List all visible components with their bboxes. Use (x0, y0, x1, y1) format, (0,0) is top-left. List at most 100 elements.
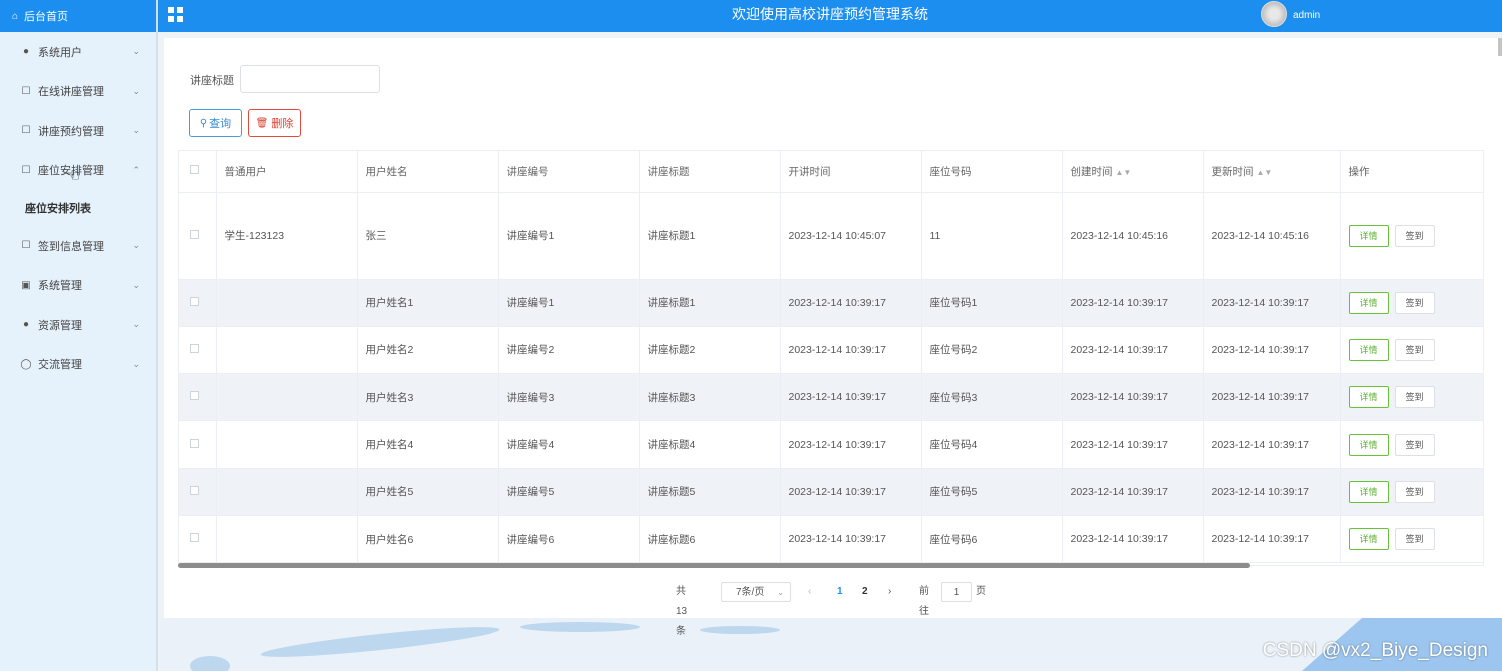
vertical-scrollbar[interactable] (1498, 38, 1502, 56)
table-cell: 2023-12-14 10:39:17 (1062, 420, 1204, 469)
row-checkbox-cell[interactable] (179, 192, 217, 280)
select-all-checkbox-cell[interactable] (179, 151, 217, 193)
detail-button[interactable]: 详情 (1348, 433, 1389, 456)
column-header-label: 创建时间 (1070, 165, 1113, 178)
row-checkbox-cell[interactable] (179, 326, 217, 375)
table-row[interactable]: 学生-123123 张三 讲座编号1 讲座标题1 2023-12-14 10:45:07… (179, 192, 1483, 280)
sidebar-home-label: 后台首页 (24, 11, 69, 23)
table-row[interactable]: 用户姓名6 讲座编号6 讲座标题6 2023-12-14 10:39:17 座位号码6 2… (179, 515, 1483, 564)
sidebar-item-online-lectures[interactable]: ☐ 在线讲座管理 ⌄ (0, 72, 156, 112)
page-number-1[interactable]: 1 (837, 582, 843, 602)
table-row[interactable]: 用户姓名1 讲座编号1 讲座标题1 2023-12-14 10:39:17 座位号码1 2… (179, 279, 1483, 327)
sidebar-item-lecture-booking[interactable]: ☐ 讲座预约管理 ⌄ (0, 111, 156, 151)
table-row[interactable]: 用户姓名4 讲座编号4 讲座标题4 2023-12-14 10:39:17 座位号码4 2… (179, 420, 1483, 469)
sort-icon[interactable]: ▲▼ (1257, 168, 1273, 177)
detail-button[interactable]: 详情 (1348, 291, 1389, 314)
chevron-down-icon: ⌄ (132, 279, 140, 290)
prev-page-icon[interactable]: ‹ (808, 582, 811, 602)
detail-button[interactable]: 详情 (1348, 224, 1389, 247)
table-cell (216, 420, 358, 469)
table-cell (216, 515, 358, 564)
username[interactable]: admin (1293, 10, 1320, 21)
sidebar-subitem-seat-list[interactable]: 座位安排列表 (0, 190, 156, 226)
checkbox[interactable] (190, 343, 199, 353)
sidebar-item-communication[interactable]: ◯ 交流管理 ⌄ (0, 345, 156, 385)
table-row[interactable]: 用户姓名3 讲座编号3 讲座标题3 2023-12-14 10:39:17 座位号码3 2… (179, 373, 1483, 422)
table-cell: 2023-12-14 10:39:17 (1203, 515, 1341, 564)
checkbox[interactable] (190, 296, 199, 306)
table-row[interactable]: 用户姓名2 讲座编号2 讲座标题2 2023-12-14 10:39:17 座位号码2 2… (179, 326, 1483, 375)
row-checkbox-cell[interactable] (179, 468, 217, 516)
checkbox[interactable] (190, 533, 199, 543)
table-cell: 用户姓名4 (357, 420, 499, 469)
column-header-sortable[interactable]: 创建时间 ▲▼ (1062, 151, 1204, 193)
table-cell: 2023-12-14 10:39:17 (780, 373, 922, 422)
table-cell: 2023-12-14 10:39:17 (780, 468, 922, 516)
page-size-select[interactable]: 7条/页 ⌄ (721, 582, 791, 602)
detail-button[interactable]: 详情 (1348, 338, 1389, 361)
next-page-icon[interactable]: › (888, 582, 891, 602)
table-cell: 讲座标题1 (639, 279, 781, 327)
sign-in-button[interactable]: 签到 (1394, 433, 1435, 456)
column-header-sortable[interactable]: 更新时间 ▲▼ (1203, 151, 1341, 193)
delete-button[interactable]: 🗑 删除 (248, 109, 301, 137)
row-checkbox-cell[interactable] (179, 515, 217, 564)
table-cell: 2023-12-14 10:39:17 (780, 279, 922, 327)
sidebar-item-label: 讲座预约管理 (38, 125, 104, 138)
chevron-down-icon: ⌄ (777, 588, 784, 597)
table-cell: 座位号码3 (921, 373, 1063, 422)
detail-button[interactable]: 详情 (1348, 528, 1389, 551)
column-header: 讲座标题 (639, 151, 781, 193)
table-cell: 2023-12-14 10:45:16 (1062, 192, 1204, 280)
checkbox[interactable] (190, 485, 199, 495)
chat-icon: ◯ (20, 358, 32, 370)
horizontal-scrollbar[interactable] (178, 563, 1250, 568)
column-header: 用户姓名 (357, 151, 499, 193)
sidebar-item-checkin[interactable]: ☐ 签到信息管理 ⌄ (0, 226, 156, 266)
sign-in-button[interactable]: 签到 (1394, 386, 1435, 409)
detail-button[interactable]: 详情 (1348, 480, 1389, 503)
sidebar-item-system-admin[interactable]: ▣ 系统管理 ⌄ (0, 266, 156, 306)
table-cell: 用户姓名6 (357, 515, 499, 564)
detail-button[interactable]: 详情 (1348, 386, 1389, 409)
sidebar-home[interactable]: ⌂ 后台首页 (0, 0, 156, 32)
table-cell: 讲座标题3 (639, 373, 781, 422)
table-cell: 2023-12-14 10:39:17 (1062, 279, 1204, 327)
sign-in-button[interactable]: 签到 (1394, 291, 1435, 314)
table-cell: 讲座编号2 (498, 326, 640, 375)
actions-cell: 详情 签到 (1340, 420, 1483, 469)
table-cell: 用户姓名2 (357, 326, 499, 375)
sidebar-item-resources[interactable]: ● 资源管理 ⌄ (0, 305, 156, 345)
row-checkbox-cell[interactable] (179, 373, 217, 422)
chevron-down-icon: ⌄ (132, 240, 140, 251)
sign-in-button[interactable]: 签到 (1394, 480, 1435, 503)
sign-in-button[interactable]: 签到 (1394, 528, 1435, 551)
row-checkbox-cell[interactable] (179, 420, 217, 469)
sidebar-subitem-label: 座位安排列表 (25, 203, 91, 215)
table-cell: 讲座标题1 (639, 192, 781, 280)
search-icon: ⚲ (199, 117, 208, 129)
goto-page-input[interactable]: 1 (941, 582, 972, 602)
row-checkbox-cell[interactable] (179, 279, 217, 327)
chevron-down-icon: ⌄ (132, 46, 140, 57)
page-number-2[interactable]: 2 (862, 582, 868, 602)
lecture-title-search-input[interactable] (240, 65, 380, 93)
checkbox[interactable] (190, 438, 199, 448)
sign-in-button[interactable]: 签到 (1394, 338, 1435, 361)
image-icon: ▣ (21, 279, 31, 291)
table-cell: 2023-12-14 10:39:17 (1203, 326, 1341, 375)
sort-icon[interactable]: ▲▼ (1116, 168, 1132, 177)
query-button[interactable]: ⚲ 查询 (189, 109, 242, 137)
column-header: 座位号码 (921, 151, 1063, 193)
home-icon: ⌂ (12, 10, 19, 22)
table-cell: 讲座标题6 (639, 515, 781, 564)
table-row[interactable]: 用户姓名5 讲座编号5 讲座标题5 2023-12-14 10:39:17 座位号码5 2… (179, 468, 1483, 516)
chevron-down-icon: ⌄ (132, 85, 140, 96)
avatar[interactable] (1261, 1, 1287, 27)
table-cell: 用户姓名1 (357, 279, 499, 327)
sign-in-button[interactable]: 签到 (1394, 224, 1435, 247)
checkbox[interactable] (190, 391, 199, 401)
checkbox[interactable] (190, 229, 199, 239)
sidebar-item-system-users[interactable]: ● 系统用户 ⌄ (0, 32, 156, 72)
checkbox[interactable] (190, 165, 199, 175)
